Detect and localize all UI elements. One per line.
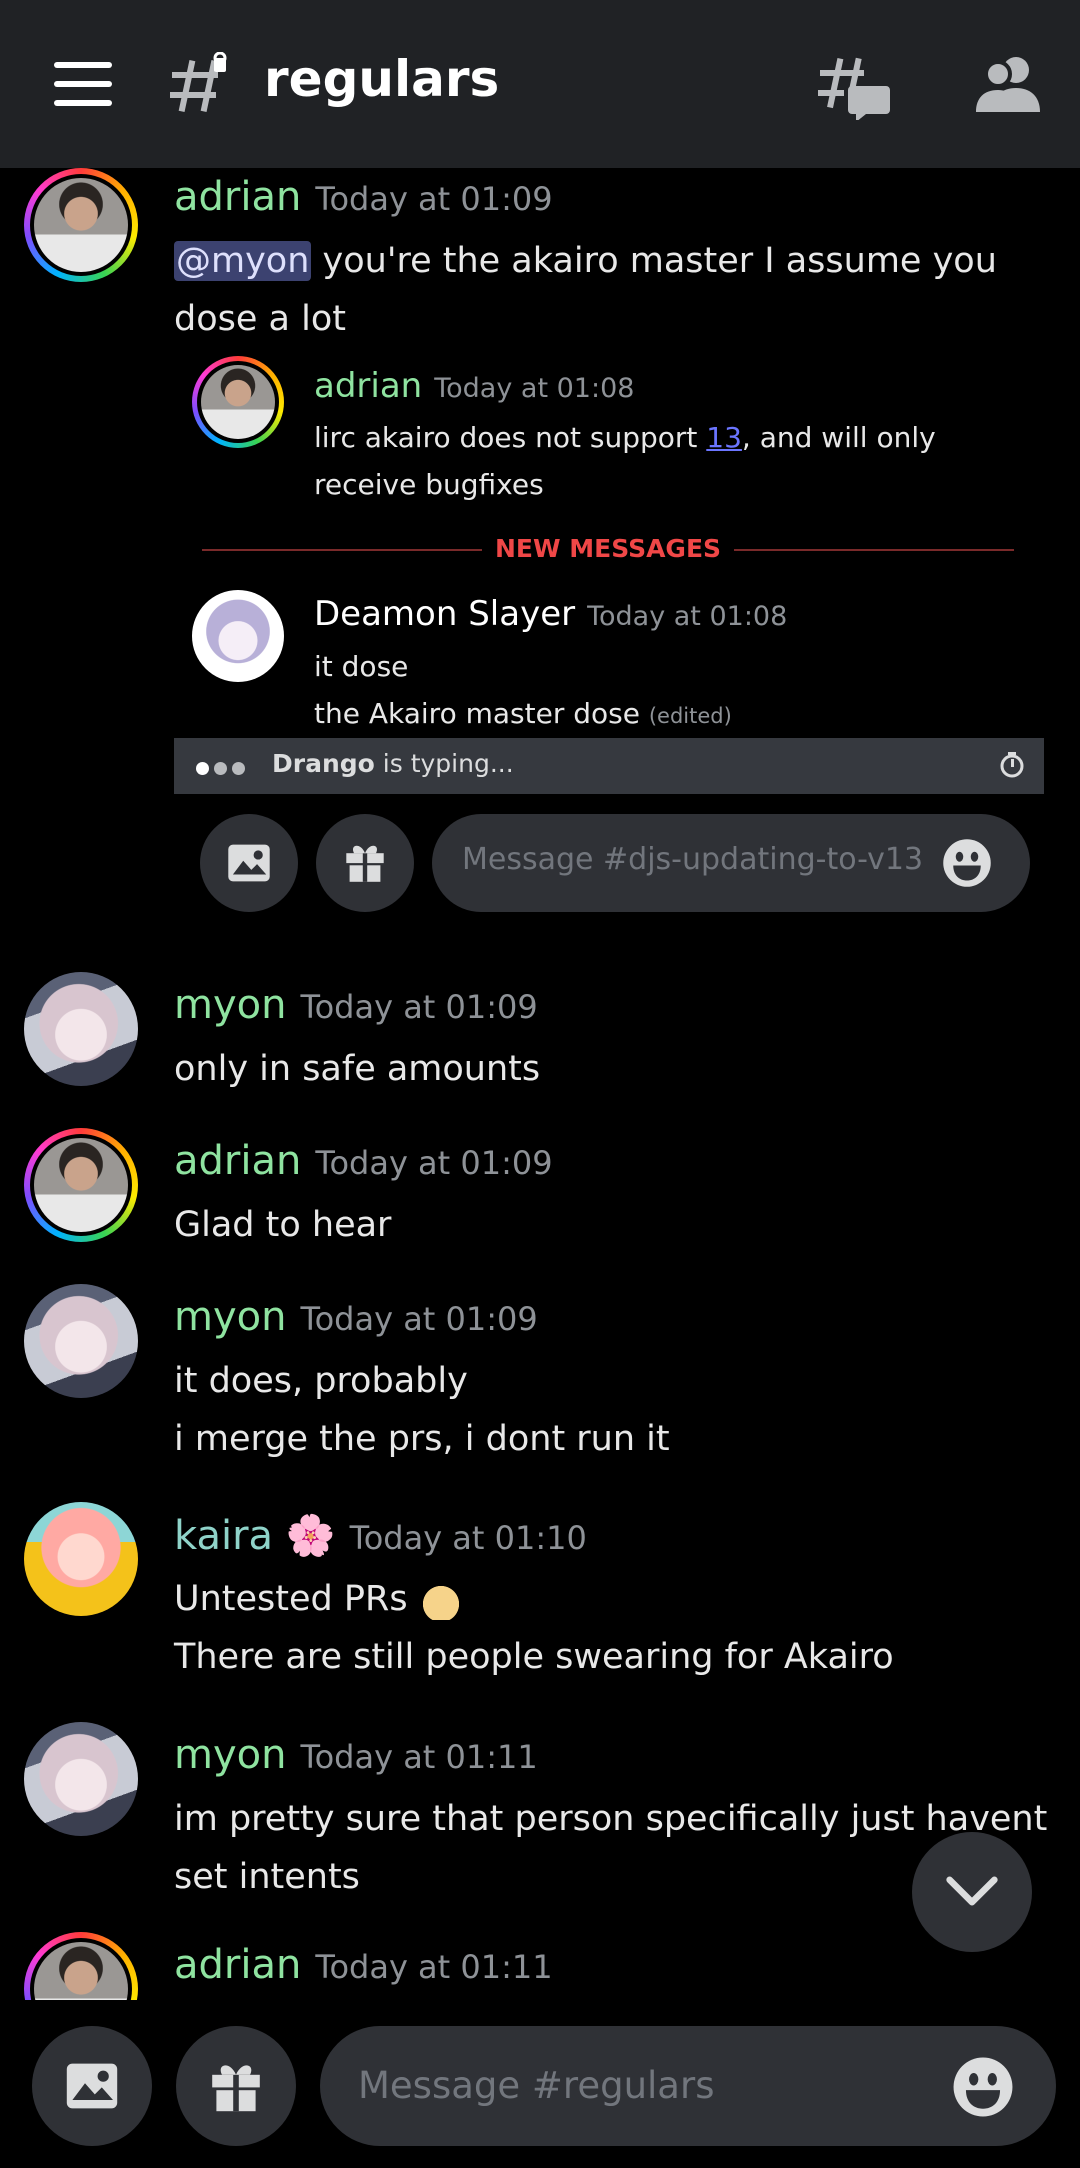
gift-button: [316, 814, 414, 912]
new-messages-divider: NEW MESSAGES: [202, 534, 1014, 564]
text-line: it dose: [314, 650, 409, 683]
message-author[interactable]: myon Today at 01:11: [174, 1732, 538, 1778]
embed-message-text: it dose the Akairo master dose (edited): [314, 643, 732, 740]
placeholder: Message #regulars: [358, 2064, 715, 2107]
typing-user: Drango: [272, 749, 375, 778]
hamburger-menu-icon[interactable]: [54, 62, 112, 106]
timestamp: Today at 01:11: [315, 1948, 553, 1986]
timestamp: Today at 01:09: [300, 1300, 538, 1338]
image-upload-button[interactable]: [32, 2026, 152, 2146]
embed-author: Deamon Slayer Today at 01:08: [314, 594, 787, 634]
message-author[interactable]: myon Today at 01:09: [174, 982, 538, 1028]
emoji-icon: [943, 839, 991, 887]
image-icon: [66, 2063, 118, 2109]
text-line: Untested PRs: [174, 1579, 408, 1619]
timestamp: Today at 01:08: [587, 601, 788, 632]
author-name[interactable]: myon: [174, 1732, 286, 1778]
members-icon[interactable]: [976, 54, 1042, 114]
embed-message-text: lirc akairo does not support 13, and wil…: [314, 414, 964, 508]
cat-emoji-icon: [418, 1580, 463, 1620]
avatar[interactable]: [24, 1284, 138, 1398]
author-name[interactable]: adrian: [174, 1942, 301, 1988]
message-author[interactable]: adrian Today at 01:09: [174, 174, 553, 220]
timestamp: Today at 01:11: [300, 1738, 538, 1776]
image-icon: [228, 844, 270, 882]
text: lirc akairo does not support: [314, 421, 707, 454]
timestamp: Today at 01:09: [315, 1144, 553, 1182]
typing-text: is typing...: [374, 749, 514, 778]
divider-label: NEW MESSAGES: [494, 534, 722, 563]
placeholder: Message #djs-updating-to-v13: [462, 842, 924, 877]
embed-message-input: Message #djs-updating-to-v13: [432, 814, 1030, 912]
slowmode-timer-icon: [1000, 752, 1024, 778]
author-name: adrian: [314, 366, 423, 406]
chevron-down-icon: [946, 1876, 998, 1906]
text-line: i merge the prs, i dont run it: [174, 1419, 670, 1459]
author-name[interactable]: myon: [174, 982, 286, 1028]
text-line: Glad to hear: [174, 1205, 392, 1245]
jump-to-bottom-button[interactable]: [912, 1832, 1032, 1952]
message-content: it does, probably i merge the prs, i don…: [174, 1352, 1064, 1468]
message-content: Untested PRs There are still people swea…: [174, 1570, 1064, 1686]
message-author[interactable]: kaira 🌸 Today at 01:10: [174, 1512, 587, 1559]
text-line: only in safe amounts: [174, 1049, 541, 1089]
author-name[interactable]: adrian: [174, 1138, 301, 1184]
timestamp: Today at 01:08: [434, 373, 635, 404]
avatar[interactable]: [24, 972, 138, 1086]
message-content: only in safe amounts: [174, 1040, 1064, 1098]
typing-indicator: Drango is typing...: [174, 738, 1044, 794]
message-author[interactable]: adrian Today at 01:09: [174, 1138, 553, 1184]
emoji-icon[interactable]: [952, 2056, 1014, 2118]
avatar[interactable]: [24, 1128, 138, 1242]
embed-author: adrian Today at 01:08: [314, 366, 634, 406]
channel-header: regulars: [0, 0, 1080, 168]
text-line: There are still people swearing for Akai…: [174, 1637, 894, 1677]
avatar[interactable]: [24, 168, 138, 282]
threads-icon[interactable]: [818, 54, 890, 120]
message[interactable]: adrian Today at 01:11: [0, 1932, 1080, 2000]
cherry-blossom-icon: 🌸: [285, 1513, 336, 1559]
typing-dots-icon: [196, 760, 250, 779]
message-input[interactable]: Message #regulars: [320, 2026, 1056, 2146]
timestamp: Today at 01:10: [349, 1519, 587, 1557]
author-name[interactable]: myon: [174, 1294, 286, 1340]
message-content: Glad to hear: [174, 1196, 1064, 1254]
edited-tag: (edited): [648, 704, 732, 728]
text-channel-icon: [170, 52, 227, 113]
avatar[interactable]: [24, 1502, 138, 1616]
timestamp: Today at 01:09: [300, 988, 538, 1026]
gift-button[interactable]: [176, 2026, 296, 2146]
text-line: the Akairo master dose: [314, 697, 640, 730]
author-name[interactable]: kaira: [174, 1513, 273, 1559]
attached-screenshot[interactable]: adrian Today at 01:08 lirc akairo does no…: [174, 344, 1044, 914]
timestamp: Today at 01:09: [315, 180, 553, 218]
message-content: @myon you're the akairo master I assume …: [174, 232, 1064, 348]
message-author[interactable]: adrian Today at 01:11: [174, 1942, 553, 1988]
message-author[interactable]: myon Today at 01:09: [174, 1294, 538, 1340]
link: 13: [706, 421, 742, 454]
user-mention[interactable]: @myon: [174, 241, 312, 281]
avatar: [192, 356, 284, 448]
gift-icon: [212, 2065, 260, 2112]
gift-icon: [346, 845, 384, 882]
text-line: it does, probably: [174, 1361, 468, 1401]
avatar[interactable]: [24, 1932, 138, 2000]
image-upload-button: [200, 814, 298, 912]
avatar: [192, 590, 284, 682]
author-name[interactable]: adrian: [174, 174, 301, 220]
avatar[interactable]: [24, 1722, 138, 1836]
author-name: Deamon Slayer: [314, 594, 576, 634]
channel-title: regulars: [264, 50, 500, 108]
message-composer: Message #regulars: [0, 2000, 1080, 2168]
